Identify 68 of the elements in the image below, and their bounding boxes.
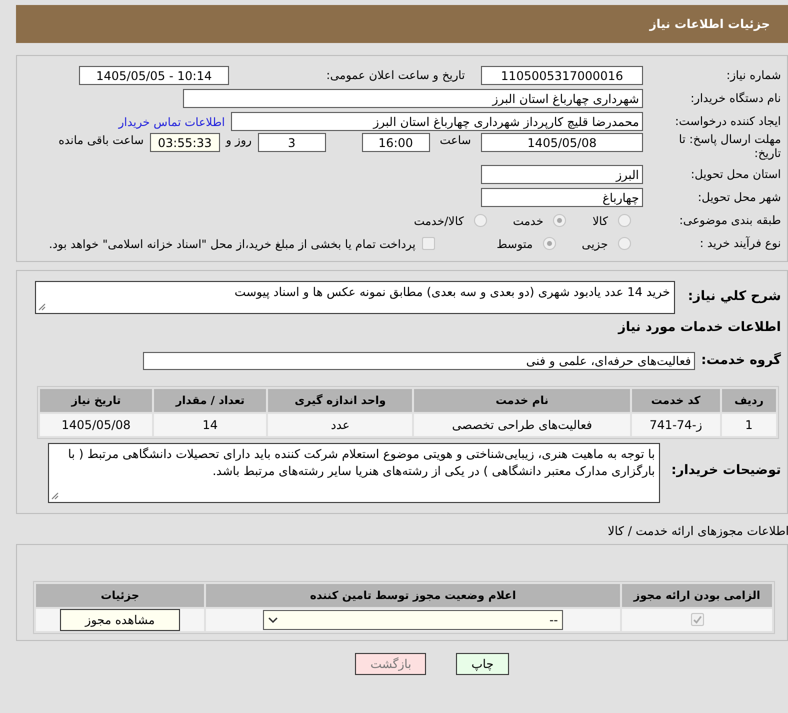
- table-cell: 14: [154, 414, 266, 436]
- table-cell: 1: [722, 414, 776, 436]
- days-label: روز و: [226, 133, 252, 147]
- column-header: کد خدمت: [632, 389, 720, 412]
- field-label: ایجاد کننده درخواست:: [674, 114, 781, 128]
- announce-date-field: 1405/05/05 - 10:14: [79, 66, 229, 85]
- checkbox[interactable]: [422, 237, 435, 250]
- field-label: شرح کلي نياز:: [686, 288, 781, 305]
- checkbox[interactable]: [690, 613, 704, 626]
- contact-link[interactable]: اطلاعات تماس خریدار: [118, 114, 225, 128]
- field-label: گروه خدمت:: [701, 352, 781, 368]
- need-number-field: 1105005317000016: [481, 66, 643, 85]
- column-header: جزئیات: [36, 584, 204, 607]
- section-title: اطلاعات مجوزهای ارائه خدمت / کالا: [606, 524, 788, 538]
- field-label: مهلت ارسال پاسخ: تا تاریخ:: [678, 133, 781, 161]
- column-header: نام خدمت: [414, 389, 630, 412]
- resize-grip-icon[interactable]: [38, 303, 46, 311]
- field-label: توضیحات خریدار:: [670, 462, 781, 479]
- time-label: ساعت: [440, 133, 471, 147]
- column-header: اعلام وضعیت مجوز توسط تامین کننده: [206, 584, 620, 607]
- field-label: نوع فرآیند خرید :: [698, 236, 781, 250]
- field-label: تاریخ و ساعت اعلان عمومی:: [325, 68, 466, 82]
- table-cell: ز-74-741: [632, 414, 720, 436]
- option-label: جزیی: [582, 236, 608, 250]
- province-field: البرز: [481, 165, 643, 184]
- field-label: شماره نیاز:: [725, 68, 781, 82]
- field-label: شهر محل تحویل:: [696, 190, 781, 204]
- description-field: خرید 14 عدد یادبود شهری (دو بعدی و سه بعدی) مطابق نمونه عکس ها و اسناد پیوست: [35, 281, 675, 314]
- payment-label: پرداخت تمام یا بخشی از مبلغ خرید،از محل "اسناد خزانه اسلامی" خواهد بود.: [48, 236, 416, 250]
- print-button[interactable]: چاپ: [456, 653, 509, 675]
- notes-field: با توجه به ماهیت هنری، زیبایی‌شناختی و هویتی موضوع استعلام شرکت کننده باید دارای تحصیلات دانشگاهی مرتبط ( با بارگزاری مدارک معتبر دانشگاهی ) در یکی از رشته‌های هنریا سایر رشته‌های مرتبط باشد.: [48, 443, 660, 503]
- remaining-time-field: 03:55:33: [150, 133, 220, 152]
- table-cell: 1405/05/08: [40, 414, 152, 436]
- remaining-label: ساعت باقی مانده: [58, 133, 144, 147]
- time-field: 16:00: [362, 133, 430, 152]
- back-button[interactable]: بازگشت: [355, 653, 426, 675]
- city-field: چهارباغ: [481, 188, 643, 207]
- chevron-down-icon: [268, 616, 278, 624]
- radio-button[interactable]: [618, 214, 631, 227]
- buyer-field: شهرداری چهارباغ استان البرز: [183, 89, 643, 108]
- field-label: استان محل تحویل:: [690, 168, 781, 182]
- column-header: تعداد / مقدار: [154, 389, 266, 412]
- field-label: نام دستگاه خریدار:: [689, 92, 781, 106]
- radio-button[interactable]: [474, 214, 487, 227]
- requester-field: محمدرضا قلیچ کارپرداز شهرداری چهارباغ استان البرز: [231, 112, 643, 131]
- option-label: خدمت: [512, 214, 544, 228]
- column-header: الزامی بودن ارائه مجوز: [622, 584, 772, 607]
- page-title: جزئیات اطلاعات نیاز: [649, 17, 770, 31]
- status-dropdown[interactable]: --: [263, 610, 563, 630]
- table-cell: عدد: [268, 414, 412, 436]
- section-title: اطلاعات خدمات مورد نياز: [616, 320, 781, 335]
- checkmark-icon: [692, 615, 702, 624]
- column-header: ردیف: [722, 389, 776, 412]
- date-field: 1405/05/08: [481, 133, 643, 152]
- option-label: کالا: [592, 214, 608, 228]
- resize-grip-icon[interactable]: [51, 492, 59, 500]
- radio-button[interactable]: [618, 237, 631, 250]
- radio-button[interactable]: [553, 214, 566, 227]
- service-group-field: فعالیت‌های حرفه‌ای، علمی و فنی: [143, 352, 695, 370]
- option-label: کالا/خدمت: [414, 214, 464, 228]
- column-header: تاریخ نیاز: [40, 389, 152, 412]
- option-label: متوسط: [496, 236, 533, 250]
- days-field: 3: [258, 133, 326, 152]
- view-permit-button[interactable]: مشاهده مجوز: [60, 609, 180, 631]
- radio-button[interactable]: [542, 237, 556, 250]
- field-label: طبقه بندی موضوعی:: [678, 214, 781, 228]
- column-header: واحد اندازه گیری: [268, 389, 412, 412]
- table-cell: فعالیت‌های طراحی تخصصی: [414, 414, 630, 436]
